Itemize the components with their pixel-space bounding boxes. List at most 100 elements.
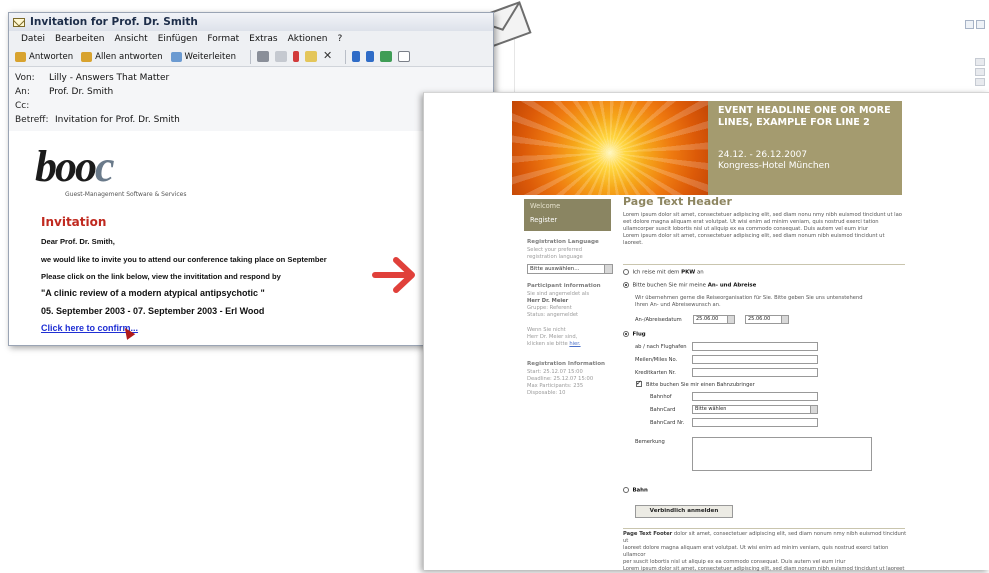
bahncard-no-input[interactable] [692,418,818,427]
menu-einfuegen[interactable]: Einfügen [158,34,198,44]
nav-register[interactable]: Register [524,213,611,227]
bahncard-label: BahnCard [650,407,676,413]
remark-textarea[interactable] [692,437,872,471]
reginfo-line: Start: 25.12.07 15:00 [527,369,583,375]
station-input[interactable] [692,392,818,401]
participant-heading: Participant information [527,283,601,289]
forward-label: Weiterleiten [184,51,236,62]
miles-input[interactable] [692,355,818,364]
option-flight-label: Flug [632,331,646,338]
menubar: Datei Bearbeiten Ansicht Einfügen Format… [9,31,493,47]
toolbar-icon[interactable] [975,58,985,66]
body-line-1: we would like to invite you to attend ou… [41,255,327,264]
submit-button[interactable]: Verbindlich anmelden [635,505,733,518]
chevron-down-icon [604,265,612,273]
date-from-select[interactable]: 25.06.00 [693,315,735,324]
delete-icon[interactable]: ✕ [323,50,333,62]
menu-ansicht[interactable]: Ansicht [114,34,147,44]
menu-help[interactable]: ? [337,34,342,44]
move-icon[interactable] [305,51,317,62]
card-input[interactable] [692,368,818,377]
bahncard-select-value: Bitte wählen [695,406,727,412]
reply-all-icon [81,51,93,62]
option-pkw[interactable]: Ich reise mit dem PKW an [623,269,704,276]
reginfo-line: Deadline: 25.12.07 15:00 [527,376,594,382]
option-travel-label: Bitte buchen Sie mir meine [632,282,706,289]
language-select-value: Bitte auswählen... [530,266,580,272]
participant-info: Sie sind angemeldet als Herr Dr. Meier G… [527,291,589,319]
to-value: Prof. Dr. Smith [49,87,114,97]
forward-icon [170,51,182,62]
subject-value: Invitation for Prof. Dr. Smith [55,115,180,125]
train-check-label: Bitte buchen Sie mir einen Bahnzubringer [646,382,755,388]
registration-page: EVENT HEADLINE ONE OR MORE LINES, EXAMPL… [423,92,989,573]
page-footer: Page Text Footer dolor sit amet, consect… [623,531,907,573]
side-toolbar [975,58,985,88]
participant-group: Gruppe: Referent [527,305,572,311]
footer-heading: Page Text Footer [623,531,673,537]
from-value: Lilly - Answers That Matter [49,73,170,83]
intro-text: Lorem ipsum dolor sit amet, consectetuer… [623,212,902,232]
reply-all-button[interactable]: Allen antworten [81,51,163,62]
cc-row: Cc: [15,99,487,113]
side-nav: Welcome Register [524,199,611,231]
not-you-link[interactable]: hier. [569,341,580,347]
airport-input[interactable] [692,342,818,351]
radio-train[interactable] [623,487,629,493]
chevron-down-icon [727,316,734,323]
menu-extras[interactable]: Extras [249,34,277,44]
date-to-select[interactable]: 25.06.00 [745,315,789,324]
print-icon[interactable] [257,51,269,62]
option-flight[interactable]: Flug [623,331,646,338]
divider [623,264,905,265]
station-label: Bahnhof [650,394,672,400]
travel-desc-line: Ihren An- und Abreisewunsch an. [635,302,721,308]
page-text-header: Page Text Header [623,195,732,208]
radio-pkw[interactable] [623,269,629,275]
menu-bearbeiten[interactable]: Bearbeiten [55,34,104,44]
copy-icon[interactable] [275,51,287,62]
menu-aktionen[interactable]: Aktionen [288,34,328,44]
email-titlebar: Invitation for Prof. Dr. Smith [9,13,493,31]
email-toolbar: Antworten Allen antworten Weiterleiten ✕ [9,47,493,67]
intro-text-2: Lorem ipsum dolor sit amet, consectetuer… [623,233,885,246]
maximize-icon[interactable] [976,20,985,29]
previous-icon[interactable] [352,51,360,62]
not-you-line: klicken sie bitte [527,341,568,347]
toolbar-separator [345,49,346,64]
conference-dates: 05. September 2003 - 07. September 2003 … [41,306,265,316]
not-you-line: Wenn Sie nicht [527,327,566,333]
not-you-text: Wenn Sie nicht Herr Dr. Meier sind, klic… [527,327,581,348]
forward-button[interactable]: Weiterleiten [170,51,236,62]
option-travel[interactable]: Bitte buchen Sie mir meine An- und Abrei… [623,282,756,289]
nav-welcome[interactable]: Welcome [524,199,611,213]
flag-icon[interactable] [293,51,299,62]
travel-description: Wir übernehmen gerne die Reiseorganisati… [635,295,895,309]
option-train-label: Bahn [632,487,648,494]
train-checkbox[interactable] [636,379,642,387]
flower-image [512,101,708,195]
help-icon[interactable] [398,51,410,62]
language-select[interactable]: Bitte auswählen... [527,264,613,274]
toolbar-icon[interactable] [975,78,985,86]
window-controls[interactable] [963,20,985,29]
toolbar-icon[interactable] [975,68,985,76]
event-header: EVENT HEADLINE ONE OR MORE LINES, EXAMPL… [512,101,902,195]
radio-travel[interactable] [623,282,629,288]
option-train[interactable]: Bahn [623,487,648,494]
reply-label: Antworten [29,51,74,62]
participant-line: Sie sind angemeldet als [527,291,590,297]
address-book-icon[interactable] [380,51,392,62]
bahncard-select[interactable]: Bitte wählen [692,405,818,414]
menu-datei[interactable]: Datei [21,34,45,44]
invitation-heading: Invitation [41,215,107,229]
menu-format[interactable]: Format [207,34,239,44]
reply-button[interactable]: Antworten [15,51,74,62]
radio-flight[interactable] [623,331,629,337]
chevron-down-icon [781,316,788,323]
minimize-icon[interactable] [965,20,974,29]
email-title: Invitation for Prof. Dr. Smith [30,16,198,28]
email-window: Invitation for Prof. Dr. Smith Datei Bea… [8,12,494,346]
next-icon[interactable] [366,51,374,62]
body-line-2: Please click on the link below, view the… [41,272,281,281]
